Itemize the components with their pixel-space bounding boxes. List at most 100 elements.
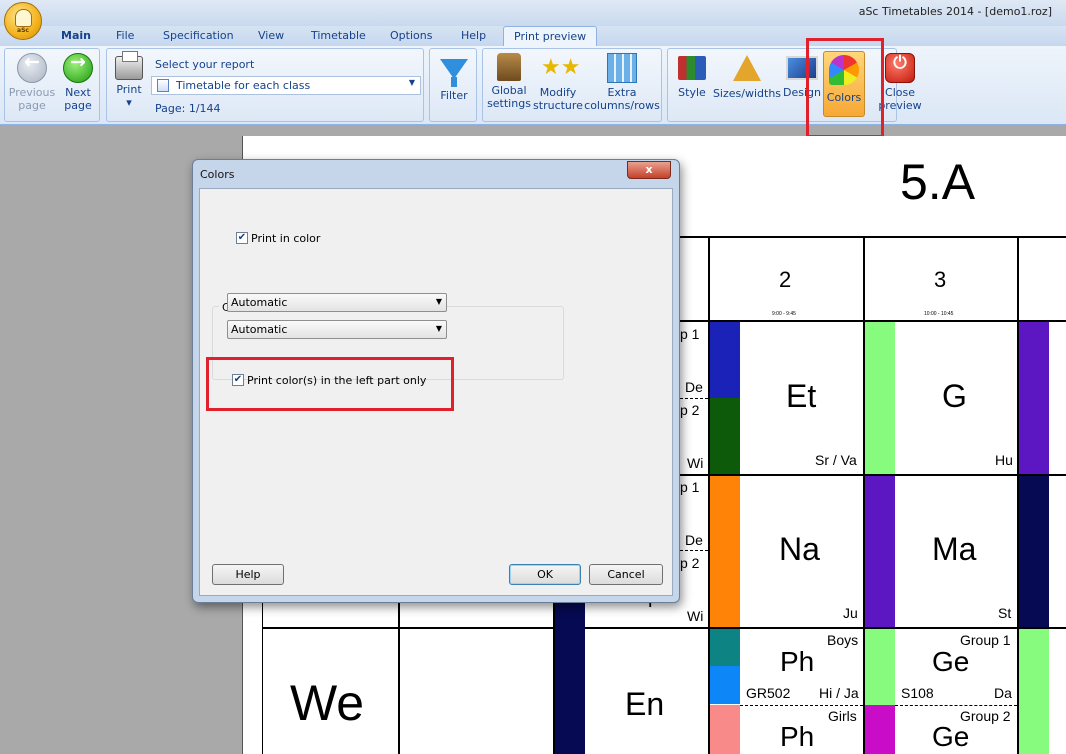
lesson-teacher: Sr / Va — [815, 452, 857, 468]
group-label: Boys — [827, 632, 859, 648]
extra-columns-rows-button[interactable]: Extra columns/rows — [583, 53, 661, 112]
lesson-teacher: Ju — [843, 605, 858, 621]
bell-icon — [15, 9, 32, 27]
style-button[interactable]: Style — [672, 53, 712, 99]
color-block — [865, 629, 895, 705]
navigation-group: ← Previous page → Next page — [4, 48, 100, 122]
color-block — [1019, 629, 1049, 754]
teacher-label: De — [685, 379, 703, 395]
tab-print-preview[interactable]: Print preview — [503, 26, 598, 48]
select-report-label: Select your report — [155, 58, 255, 71]
lesson-teacher: St — [998, 605, 1012, 621]
lesson-subject: Ph — [780, 721, 815, 752]
period-time: 9:00 - 9:45 — [772, 311, 796, 317]
tab-file[interactable]: File — [116, 29, 134, 42]
structure-group: Global settings ★★ Modify structure Extr… — [482, 48, 662, 122]
lesson-subject: En — [625, 686, 665, 722]
stars-icon: ★★ — [541, 55, 581, 80]
previous-page-button[interactable]: ← Previous page — [8, 53, 56, 113]
color-block — [865, 476, 895, 627]
color-block — [710, 322, 740, 398]
power-icon: ⏻ — [885, 53, 915, 83]
orb-label: aSc — [17, 27, 29, 34]
lesson-subject: Et — [786, 378, 817, 414]
grid-line — [262, 627, 1066, 629]
sizes-widths-button[interactable]: Sizes/widths — [712, 53, 782, 100]
color-block — [555, 600, 585, 754]
group-label: p 1 — [680, 479, 700, 495]
tab-view[interactable]: View — [258, 29, 284, 42]
print-button[interactable]: Print ▾ — [111, 51, 147, 109]
filter-button[interactable]: Filter — [432, 53, 476, 102]
class-title: 5.A — [900, 154, 976, 210]
monitor-icon — [786, 56, 818, 80]
colors-dialog: Colors x ✔ Print in color Color Automati… — [192, 159, 680, 603]
arrow-right-icon: → — [63, 53, 93, 83]
lesson-teacher: Hu — [995, 452, 1013, 468]
next-page-button[interactable]: → Next page — [55, 53, 101, 112]
print-in-color-checkbox[interactable]: ✔ — [236, 232, 248, 244]
checkmark-icon: ✔ — [233, 374, 243, 385]
palette-icon — [829, 55, 859, 85]
title-bar: aSc Timetables 2014 - [demo1.roz] — [0, 0, 1066, 26]
report-select[interactable]: Timetable for each class ▼ — [151, 76, 421, 95]
funnel-icon — [440, 59, 468, 87]
report-select-value: Timetable for each class — [176, 79, 311, 92]
global-settings-button[interactable]: Global settings — [485, 53, 533, 110]
teacher-label: Wi — [687, 608, 704, 624]
tab-options[interactable]: Options — [390, 29, 432, 42]
color-block — [710, 666, 740, 704]
group-label: p 2 — [680, 402, 700, 418]
table-icon — [607, 53, 637, 83]
day-label: We — [290, 675, 365, 731]
group-label: Girls — [828, 708, 857, 724]
teacher-label: De — [685, 532, 703, 548]
lesson-subject: Ge — [932, 646, 970, 677]
color-groupbox — [212, 306, 564, 380]
tab-help[interactable]: Help — [461, 29, 486, 42]
lesson-subject: Na — [779, 531, 820, 567]
color-block — [710, 398, 740, 474]
ribbon: ← Previous page → Next page Print ▾ Sele… — [0, 46, 1066, 125]
chevron-down-icon: ▼ — [408, 78, 415, 87]
help-button[interactable]: Help — [212, 564, 284, 585]
grid-line — [398, 600, 400, 754]
close-icon[interactable]: x — [627, 161, 671, 179]
window-title: aSc Timetables 2014 - [demo1.roz] — [858, 5, 1052, 18]
arrow-left-icon: ← — [17, 53, 47, 83]
design-button[interactable]: Design — [782, 53, 822, 99]
left-part-only-label: Print color(s) in the left part only — [247, 374, 427, 387]
lesson-teacher: Hi / Ja — [819, 685, 859, 701]
tab-specification[interactable]: Specification — [163, 29, 234, 42]
colors-button[interactable]: Colors — [823, 51, 865, 117]
group-label: p 1 — [680, 326, 700, 342]
teacher-label: Wi — [687, 455, 704, 471]
books-icon — [678, 56, 706, 80]
cancel-button[interactable]: Cancel — [589, 564, 663, 585]
tab-timetable[interactable]: Timetable — [311, 29, 366, 42]
color-block — [865, 705, 895, 754]
color-block — [1019, 322, 1049, 474]
combo-value: Automatic — [231, 323, 288, 336]
app-menu-orb[interactable]: aSc — [4, 2, 42, 40]
ok-button[interactable]: OK — [509, 564, 581, 585]
period-number: 2 — [779, 267, 792, 292]
checkmark-icon: ✔ — [237, 232, 247, 243]
page-indicator: Page: 1/144 — [155, 102, 221, 115]
color-block — [710, 705, 740, 754]
dialog-title: Colors — [200, 168, 235, 181]
lesson-subject: Ph — [780, 646, 815, 677]
color-combo-2[interactable]: Automatic ▼ — [227, 320, 447, 339]
color-block — [865, 322, 895, 474]
print-in-color-label: Print in color — [251, 232, 321, 245]
modify-structure-button[interactable]: ★★ Modify structure — [533, 53, 583, 112]
lesson-room: S108 — [901, 685, 934, 701]
filter-group: Filter — [429, 48, 477, 122]
tab-main[interactable]: Main — [61, 29, 91, 42]
lesson-teacher: Da — [994, 685, 1012, 701]
left-part-only-checkbox[interactable]: ✔ — [232, 374, 244, 386]
close-preview-button[interactable]: ⏻ Close preview — [874, 53, 926, 112]
color-combo-1[interactable]: Automatic ▼ — [227, 293, 447, 312]
chevron-down-icon: ▼ — [435, 297, 442, 306]
lesson-subject: Ge — [932, 721, 970, 752]
